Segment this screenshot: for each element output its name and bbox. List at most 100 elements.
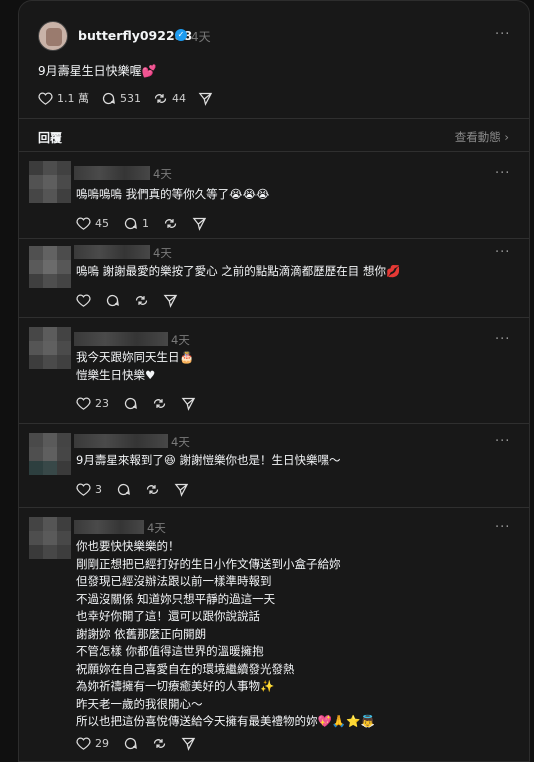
like-count: 1.1 萬 <box>57 92 89 105</box>
repost-icon <box>153 739 166 748</box>
reply-avatar-blurred[interactable] <box>29 517 71 559</box>
like-button[interactable]: 29 <box>76 736 109 751</box>
reply-actions <box>76 293 192 308</box>
comment-icon <box>117 483 130 496</box>
post-time: 4天 <box>191 30 211 44</box>
repost-button[interactable] <box>134 293 149 308</box>
heart-icon <box>76 294 91 307</box>
like-button[interactable] <box>76 293 91 308</box>
reply-text: 嗚嗚 謝謝最愛的樂按了愛心 之前的點點滴滴都歷歷在目 想你💋 <box>76 264 401 278</box>
reply-avatar-blurred[interactable] <box>29 161 71 203</box>
reply-username-blurred[interactable] <box>74 166 150 180</box>
heart-icon <box>76 737 91 750</box>
send-icon <box>181 397 196 411</box>
like-button[interactable]: 3 <box>76 482 102 497</box>
comment-icon <box>124 397 137 410</box>
reply-actions: 29 <box>76 736 210 751</box>
comment-button[interactable] <box>116 482 131 497</box>
reply-text: 我今天跟妳同天生日🎂 愷樂生日快樂♥ <box>76 350 194 382</box>
more-options-button[interactable]: ··· <box>495 434 510 449</box>
divider <box>19 423 529 424</box>
repost-icon <box>146 485 159 494</box>
divider <box>19 238 529 239</box>
comment-icon <box>124 217 137 230</box>
like-count: 45 <box>95 217 109 230</box>
like-button[interactable]: 1.1 萬 <box>38 90 89 106</box>
heart-icon <box>76 397 91 410</box>
send-icon <box>181 737 196 751</box>
reply-time: 4天 <box>153 167 172 181</box>
divider <box>19 118 529 119</box>
repost-button[interactable]: 44 <box>153 91 186 106</box>
send-icon <box>192 217 207 231</box>
like-count: 3 <box>95 483 102 496</box>
reply-text: 9月壽星來報到了😆 謝謝愷樂你也是！生日快樂嘿～ <box>76 453 341 467</box>
reply-username-blurred[interactable] <box>74 245 150 259</box>
verified-badge-icon: ✓ <box>175 29 187 41</box>
reply-avatar-blurred[interactable] <box>29 246 71 288</box>
share-button[interactable] <box>163 293 178 308</box>
comment-button[interactable] <box>105 293 120 308</box>
repost-icon <box>164 219 177 228</box>
repost-button[interactable] <box>145 482 160 497</box>
more-options-button[interactable]: ··· <box>495 245 510 260</box>
divider <box>19 151 529 152</box>
comment-button[interactable]: 531 <box>101 91 141 106</box>
share-button[interactable] <box>192 216 207 231</box>
send-icon <box>174 483 189 497</box>
comment-button[interactable]: 1 <box>123 216 149 231</box>
heart-icon <box>76 483 91 496</box>
comment-icon <box>106 294 119 307</box>
share-button[interactable] <box>174 482 189 497</box>
reply-actions: 23 <box>76 396 210 411</box>
repost-count: 44 <box>172 91 186 105</box>
reply-text: 你也要快快樂樂的！ 剛剛正想把已經打好的生日小作文傳送到小盒子給妳 但發現已經沒… <box>76 539 375 728</box>
comment-count: 531 <box>120 91 141 105</box>
reply-avatar-blurred[interactable] <box>29 433 71 475</box>
send-icon <box>198 92 213 106</box>
repost-button[interactable] <box>152 396 167 411</box>
like-count: 29 <box>95 737 109 750</box>
comment-icon <box>124 737 137 750</box>
comment-button[interactable] <box>123 396 138 411</box>
reply-actions: 3 <box>76 482 203 497</box>
reply-time: 4天 <box>171 435 190 449</box>
repost-icon <box>154 93 167 103</box>
divider <box>19 507 529 508</box>
more-options-button[interactable]: ··· <box>495 27 510 42</box>
heart-icon <box>76 217 91 230</box>
more-options-button[interactable]: ··· <box>495 520 510 535</box>
comment-button[interactable] <box>123 736 138 751</box>
heart-icon <box>38 92 53 105</box>
repost-icon <box>153 399 166 408</box>
like-count: 23 <box>95 397 109 410</box>
more-options-button[interactable]: ··· <box>495 166 510 181</box>
post-text: 9月壽星生日快樂喔💕 <box>38 64 157 78</box>
reply-avatar-blurred[interactable] <box>29 327 71 369</box>
share-button[interactable] <box>181 396 196 411</box>
more-options-button[interactable]: ··· <box>495 332 510 347</box>
thread-panel: butterfly092288 ✓ 4天 ··· 9月壽星生日快樂喔💕 1.1 … <box>18 0 530 762</box>
share-button[interactable] <box>181 736 196 751</box>
reply-username-blurred[interactable] <box>74 434 168 448</box>
repost-icon <box>135 296 148 305</box>
reply-text: 嗚嗚嗚嗚 我們真的等你久等了😭😭😭 <box>76 187 270 201</box>
replies-header: 回覆 <box>38 131 63 145</box>
share-button[interactable] <box>198 91 217 106</box>
divider <box>19 317 529 318</box>
reply-actions: 45 1 <box>76 216 221 231</box>
reply-username-blurred[interactable] <box>74 520 144 534</box>
like-button[interactable]: 23 <box>76 396 109 411</box>
repost-button[interactable] <box>163 216 178 231</box>
author-avatar[interactable] <box>38 21 68 51</box>
reply-time: 4天 <box>147 521 166 535</box>
view-activity-link[interactable]: 查看動態 › <box>455 129 509 145</box>
reply-time: 4天 <box>153 246 172 260</box>
post-actions: 1.1 萬 531 44 <box>38 90 229 106</box>
repost-button[interactable] <box>152 736 167 751</box>
send-icon <box>163 294 178 308</box>
reply-time: 4天 <box>171 333 190 347</box>
reply-username-blurred[interactable] <box>74 332 168 346</box>
like-button[interactable]: 45 <box>76 216 109 231</box>
comment-icon <box>102 92 115 104</box>
